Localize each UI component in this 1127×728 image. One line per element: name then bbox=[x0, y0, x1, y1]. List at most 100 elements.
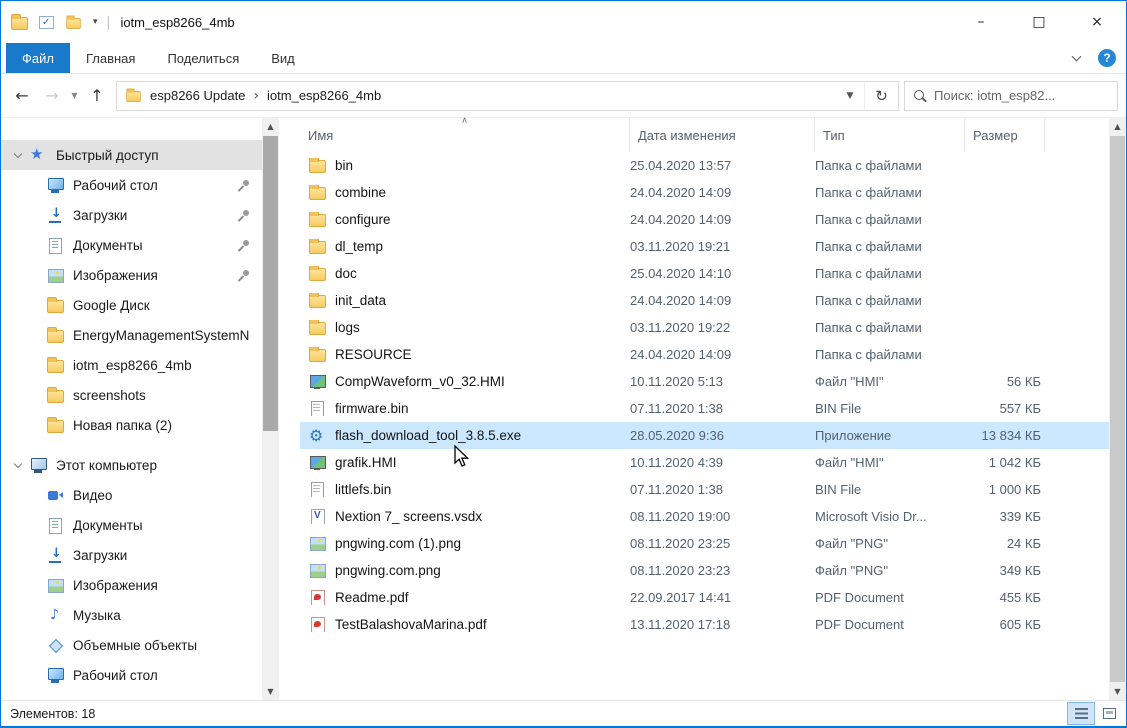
back-button[interactable]: ← bbox=[7, 81, 37, 111]
sidebar-item-17[interactable]: Рабочий стол bbox=[1, 660, 262, 690]
file-row[interactable]: TestBalashovaMarina.pdf13.11.2020 17:18P… bbox=[300, 611, 1109, 638]
file-row[interactable]: flash_download_tool_3.8.5.exe28.05.2020 … bbox=[300, 422, 1109, 449]
quick-access-caret-icon[interactable]: ▾ bbox=[93, 17, 98, 27]
file-date: 25.04.2020 13:57 bbox=[630, 158, 815, 173]
file-row[interactable]: combine24.04.2020 14:09Папка с файлами bbox=[300, 179, 1109, 206]
sidebar-item-15[interactable]: Музыка bbox=[1, 600, 262, 630]
help-icon[interactable]: ? bbox=[1098, 49, 1116, 67]
folder-icon bbox=[47, 300, 64, 313]
address-dropdown-icon[interactable]: ▼ bbox=[836, 91, 864, 101]
tab-0[interactable]: Файл bbox=[6, 43, 70, 73]
picture-icon bbox=[47, 268, 64, 283]
up-button[interactable]: ↑ bbox=[82, 81, 112, 111]
forward-button[interactable]: → bbox=[37, 81, 67, 111]
file-row[interactable]: configure24.04.2020 14:09Папка с файлами bbox=[300, 206, 1109, 233]
quick-access-check-icon[interactable] bbox=[39, 16, 54, 29]
file-row[interactable]: pngwing.com.png08.11.2020 23:23Файл "PNG… bbox=[300, 557, 1109, 584]
binfile-icon bbox=[309, 401, 326, 416]
sidebar-item-16[interactable]: Объемные объекты bbox=[1, 630, 262, 660]
sidebar-item-6[interactable]: EnergyManagementSystemN bbox=[1, 320, 262, 350]
file-name: firmware.bin bbox=[335, 401, 409, 416]
refresh-button[interactable]: ↻ bbox=[864, 82, 898, 110]
sidebar-item-10[interactable]: Этот компьютер bbox=[1, 450, 262, 480]
file-row[interactable]: dl_temp03.11.2020 19:21Папка с файлами bbox=[300, 233, 1109, 260]
history-caret-icon[interactable]: ▼ bbox=[67, 91, 82, 100]
file-row[interactable]: doc25.04.2020 14:10Папка с файлами bbox=[300, 260, 1109, 287]
file-name: doc bbox=[335, 266, 357, 281]
quick-access-folder-icon[interactable] bbox=[66, 17, 80, 28]
thumbnails-view-button[interactable] bbox=[1095, 702, 1123, 725]
file-row[interactable]: Nextion 7_ screens.vsdx08.11.2020 19:00M… bbox=[300, 503, 1109, 530]
tab-2[interactable]: Поделиться bbox=[151, 43, 255, 73]
file-row[interactable]: Readme.pdf22.09.2017 14:41PDF Document45… bbox=[300, 584, 1109, 611]
file-row[interactable]: pngwing.com (1).png08.11.2020 23:25Файл … bbox=[300, 530, 1109, 557]
search-input[interactable] bbox=[934, 88, 1108, 103]
file-row[interactable]: init_data24.04.2020 14:09Папка с файлами bbox=[300, 287, 1109, 314]
view-toggles bbox=[1067, 702, 1123, 725]
monitor-icon bbox=[47, 178, 64, 193]
file-name: dl_temp bbox=[335, 239, 383, 254]
sidebar-item-14[interactable]: Изображения bbox=[1, 570, 262, 600]
sidebar-item-8[interactable]: screenshots bbox=[1, 380, 262, 410]
file-row[interactable]: littlefs.bin07.11.2020 1:38BIN File1 000… bbox=[300, 476, 1109, 503]
breadcrumb-item[interactable]: iotm_esp8266_4mb bbox=[259, 88, 389, 103]
file-row[interactable]: firmware.bin07.11.2020 1:38BIN File557 К… bbox=[300, 395, 1109, 422]
column-header-0[interactable]: Имя∧ bbox=[300, 118, 630, 152]
sidebar-item-2[interactable]: Загрузки bbox=[1, 200, 262, 230]
chevron-down-icon[interactable] bbox=[13, 459, 25, 471]
sidebar-item-3[interactable]: Документы bbox=[1, 230, 262, 260]
ribbon-expand-chevron-icon[interactable] bbox=[1071, 53, 1082, 64]
scroll-up-icon[interactable]: ▲ bbox=[1109, 118, 1126, 135]
scrollbar-thumb[interactable] bbox=[1110, 136, 1125, 682]
file-date: 24.04.2020 14:09 bbox=[630, 347, 815, 362]
sidebar-item-11[interactable]: Видео bbox=[1, 480, 262, 510]
address-bar[interactable]: esp8266 Update›iotm_esp8266_4mb ▼ ↻ bbox=[116, 81, 899, 111]
sidebar-item-7[interactable]: iotm_esp8266_4mb bbox=[1, 350, 262, 380]
column-headers: Имя∧Дата измененияТипРазмер bbox=[300, 118, 1109, 152]
tab-1[interactable]: Главная bbox=[70, 43, 151, 73]
right-scrollbar[interactable]: ▲ ▼ bbox=[1109, 118, 1126, 700]
file-row[interactable]: CompWaveform_v0_32.HMI10.11.2020 5:13Фай… bbox=[300, 368, 1109, 395]
file-row[interactable]: logs03.11.2020 19:22Папка с файлами bbox=[300, 314, 1109, 341]
pdf-icon bbox=[309, 617, 326, 632]
maximize-button[interactable]: □ bbox=[1010, 1, 1068, 43]
tab-3[interactable]: Вид bbox=[255, 43, 311, 73]
scroll-up-icon[interactable]: ▲ bbox=[262, 118, 279, 135]
file-type: PDF Document bbox=[815, 617, 965, 632]
details-view-button[interactable] bbox=[1067, 702, 1095, 725]
document-icon bbox=[47, 238, 64, 253]
file-row[interactable]: bin25.04.2020 13:57Папка с файлами bbox=[300, 152, 1109, 179]
scroll-down-icon[interactable]: ▼ bbox=[262, 683, 279, 700]
search-box[interactable] bbox=[904, 81, 1118, 111]
chevron-down-icon[interactable] bbox=[13, 149, 25, 161]
folder-icon bbox=[47, 390, 64, 403]
file-name: grafik.HMI bbox=[335, 455, 397, 470]
breadcrumb-item[interactable]: esp8266 Update bbox=[142, 88, 253, 103]
scroll-down-icon[interactable]: ▼ bbox=[1109, 683, 1126, 700]
file-row[interactable]: RESOURCE24.04.2020 14:09Папка с файлами bbox=[300, 341, 1109, 368]
sidebar-item-label: Изображения bbox=[73, 578, 158, 593]
sidebar-item-5[interactable]: Google Диск bbox=[1, 290, 262, 320]
file-name: pngwing.com.png bbox=[335, 563, 441, 578]
sidebar-item-9[interactable]: Новая папка (2) bbox=[1, 410, 262, 440]
sidebar-item-12[interactable]: Документы bbox=[1, 510, 262, 540]
thumbnails-view-icon bbox=[1103, 708, 1116, 719]
sidebar-item-1[interactable]: Рабочий стол bbox=[1, 170, 262, 200]
file-name-cell: pngwing.com.png bbox=[300, 563, 630, 578]
column-header-1[interactable]: Дата изменения bbox=[630, 118, 815, 152]
sidebar-item-label: EnergyManagementSystemN bbox=[73, 328, 249, 343]
close-button[interactable]: × bbox=[1068, 1, 1126, 43]
file-row[interactable]: grafik.HMI10.11.2020 4:39Файл "HMI"1 042… bbox=[300, 449, 1109, 476]
minimize-button[interactable]: – bbox=[952, 1, 1010, 43]
file-name: pngwing.com (1).png bbox=[335, 536, 461, 551]
scrollbar-thumb[interactable] bbox=[263, 136, 278, 431]
column-header-3[interactable]: Размер bbox=[965, 118, 1045, 152]
sidebar-scrollbar[interactable]: ▲ ▼ bbox=[262, 118, 279, 700]
sidebar-item-13[interactable]: Загрузки bbox=[1, 540, 262, 570]
file-date: 22.09.2017 14:41 bbox=[630, 590, 815, 605]
file-type: PDF Document bbox=[815, 590, 965, 605]
sidebar-item-4[interactable]: Изображения bbox=[1, 260, 262, 290]
file-name-cell: bin bbox=[300, 158, 630, 173]
sidebar-item-0[interactable]: Быстрый доступ bbox=[1, 140, 262, 170]
column-header-2[interactable]: Тип bbox=[815, 118, 965, 152]
